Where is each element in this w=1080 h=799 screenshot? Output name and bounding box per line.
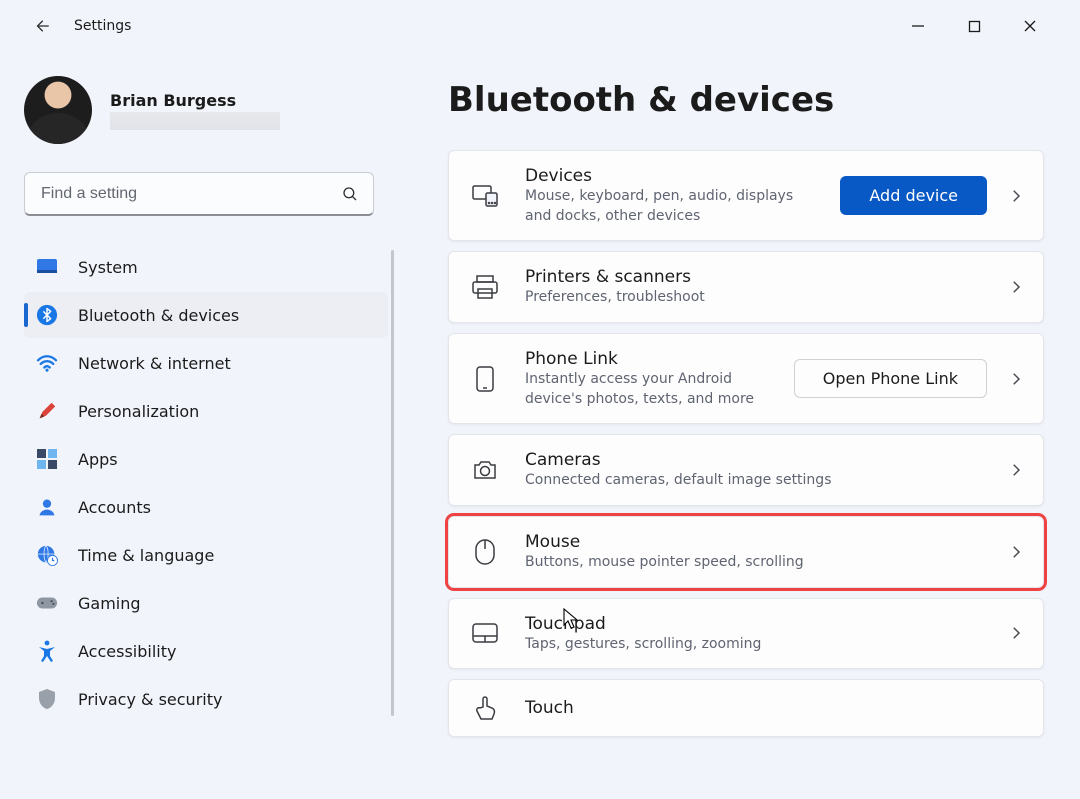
gamepad-icon — [36, 592, 58, 614]
nav-gaming[interactable]: Gaming — [24, 580, 388, 626]
nav: System Bluetooth & devices Network & int… — [24, 244, 388, 722]
card-mouse[interactable]: Mouse Buttons, mouse pointer speed, scro… — [448, 516, 1044, 588]
globe-clock-icon — [36, 544, 58, 566]
nav-label: Personalization — [78, 402, 199, 421]
avatar — [24, 76, 92, 144]
card-subtitle: Connected cameras, default image setting… — [525, 471, 981, 491]
nav-accounts[interactable]: Accounts — [24, 484, 388, 530]
card-touch[interactable]: Touch — [448, 679, 1044, 737]
chevron-right-icon — [1007, 278, 1025, 296]
nav-label: Time & language — [78, 546, 214, 565]
paintbrush-icon — [36, 400, 58, 422]
person-icon — [36, 496, 58, 518]
card-phone-link[interactable]: Phone Link Instantly access your Android… — [448, 333, 1044, 424]
main-content: Bluetooth & devices Devices Mouse, keybo… — [398, 52, 1080, 799]
nav-bluetooth-devices[interactable]: Bluetooth & devices — [24, 292, 388, 338]
card-title: Touch — [525, 697, 1025, 719]
card-touchpad[interactable]: Touchpad Taps, gestures, scrolling, zoom… — [448, 598, 1044, 670]
nav-label: Apps — [78, 450, 118, 469]
card-title: Phone Link — [525, 348, 768, 370]
maximize-icon — [968, 20, 981, 33]
display-icon — [36, 256, 58, 278]
chevron-right-icon — [1007, 543, 1025, 561]
open-phone-link-button[interactable]: Open Phone Link — [794, 359, 987, 398]
card-subtitle: Instantly access your Android device's p… — [525, 370, 768, 409]
nav-label: System — [78, 258, 138, 277]
apps-icon — [36, 448, 58, 470]
add-device-button[interactable]: Add device — [840, 176, 987, 215]
chevron-right-icon — [1007, 370, 1025, 388]
settings-cards: Devices Mouse, keyboard, pen, audio, dis… — [448, 150, 1044, 697]
card-title: Cameras — [525, 449, 981, 471]
chevron-right-icon — [1007, 187, 1025, 205]
card-title: Devices — [525, 165, 814, 187]
nav-label: Accounts — [78, 498, 151, 517]
chevron-right-icon — [1007, 624, 1025, 642]
nav-network[interactable]: Network & internet — [24, 340, 388, 386]
back-button[interactable] — [30, 14, 54, 38]
nav-personalization[interactable]: Personalization — [24, 388, 388, 434]
titlebar: Settings — [0, 0, 1080, 52]
card-title: Mouse — [525, 531, 981, 553]
nav-label: Accessibility — [78, 642, 176, 661]
card-subtitle: Mouse, keyboard, pen, audio, displays an… — [525, 187, 814, 226]
wifi-icon — [36, 352, 58, 374]
card-cameras[interactable]: Cameras Connected cameras, default image… — [448, 434, 1044, 506]
nav-time-language[interactable]: Time & language — [24, 532, 388, 578]
card-devices[interactable]: Devices Mouse, keyboard, pen, audio, dis… — [448, 150, 1044, 241]
shield-icon — [36, 688, 58, 710]
profile-block[interactable]: Brian Burgess — [24, 76, 388, 144]
nav-label: Gaming — [78, 594, 141, 613]
search-input[interactable] — [39, 184, 341, 204]
nav-label: Privacy & security — [78, 690, 222, 709]
card-title: Touchpad — [525, 613, 981, 635]
printer-icon — [471, 273, 499, 301]
card-title: Printers & scanners — [525, 266, 981, 288]
accessibility-icon — [36, 640, 58, 662]
app-title: Settings — [74, 18, 131, 34]
nav-privacy-security[interactable]: Privacy & security — [24, 676, 388, 722]
page-title: Bluetooth & devices — [448, 80, 1044, 120]
touch-icon — [471, 694, 499, 722]
camera-icon — [471, 456, 499, 484]
bluetooth-icon — [36, 304, 58, 326]
close-icon — [1023, 19, 1037, 33]
nav-system[interactable]: System — [24, 244, 388, 290]
chevron-right-icon — [1007, 461, 1025, 479]
card-subtitle: Preferences, troubleshoot — [525, 288, 981, 308]
window-minimize-button[interactable] — [904, 12, 932, 40]
arrow-left-icon — [33, 17, 51, 35]
search-box[interactable] — [24, 172, 374, 216]
window-maximize-button[interactable] — [960, 12, 988, 40]
sidebar: Brian Burgess System Bluetooth & devices… — [0, 52, 398, 799]
window-close-button[interactable] — [1016, 12, 1044, 40]
user-email-redacted — [110, 112, 280, 130]
nav-accessibility[interactable]: Accessibility — [24, 628, 388, 674]
search-icon — [341, 185, 359, 203]
card-printers-scanners[interactable]: Printers & scanners Preferences, trouble… — [448, 251, 1044, 323]
nav-label: Bluetooth & devices — [78, 306, 239, 325]
phone-icon — [471, 365, 499, 393]
mouse-icon — [471, 538, 499, 566]
nav-label: Network & internet — [78, 354, 231, 373]
minimize-icon — [911, 19, 925, 33]
devices-icon — [471, 182, 499, 210]
touchpad-icon — [471, 619, 499, 647]
nav-apps[interactable]: Apps — [24, 436, 388, 482]
user-name: Brian Burgess — [110, 91, 280, 110]
card-subtitle: Buttons, mouse pointer speed, scrolling — [525, 553, 981, 573]
card-subtitle: Taps, gestures, scrolling, zooming — [525, 635, 981, 655]
